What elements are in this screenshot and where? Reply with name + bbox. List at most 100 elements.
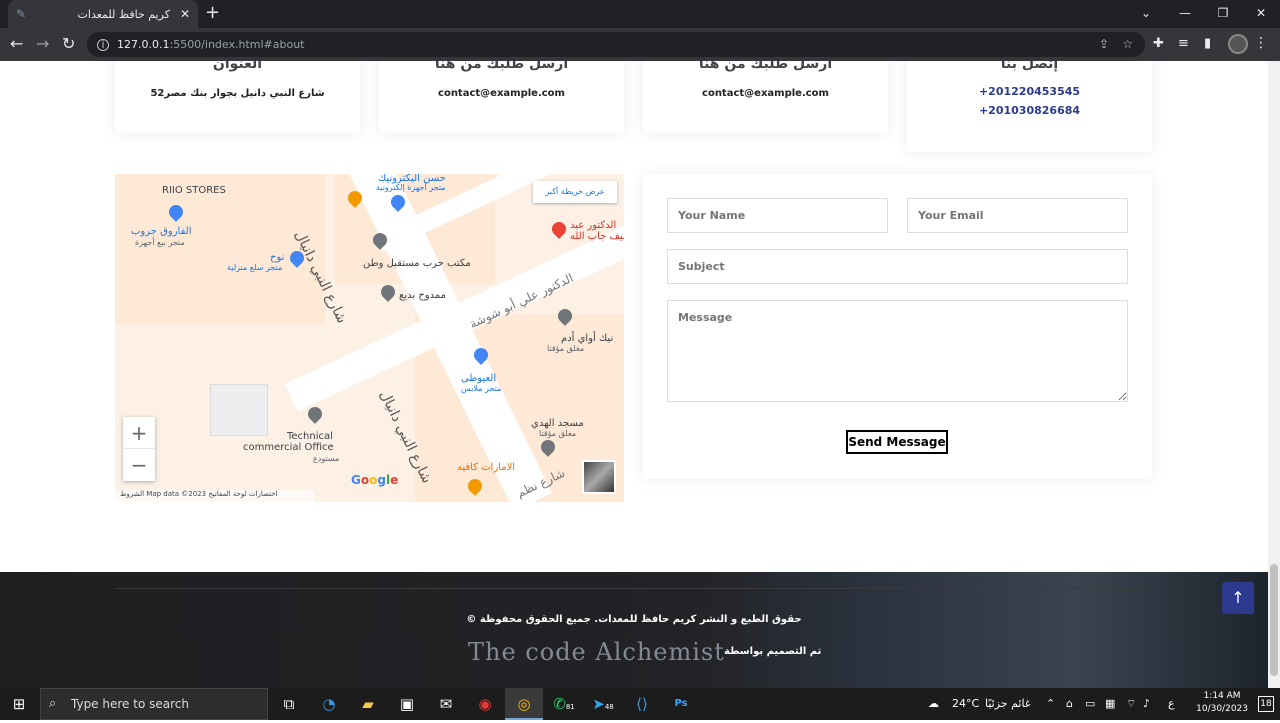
designer-logo[interactable]: The code Alchemist	[468, 638, 724, 668]
map-building	[210, 384, 268, 436]
map-label: متجر سلع منزلية	[227, 263, 283, 272]
url-path: :5500/index.html#about	[169, 38, 305, 51]
forward-arrow-icon[interactable]: →	[36, 35, 49, 53]
search-icon: ⌕	[49, 696, 57, 711]
restore-button[interactable]: ❐	[1204, 0, 1242, 28]
telegram-icon[interactable]: ➤48	[584, 688, 622, 720]
email-input[interactable]	[907, 198, 1128, 233]
zoom-out-button[interactable]: −	[123, 449, 155, 481]
map-label: متجر أجهزة إلكترونية	[376, 183, 446, 192]
app-icon[interactable]: ◉	[466, 688, 504, 720]
weather-icon[interactable]: ☁	[928, 688, 939, 720]
map-label: نيك أواي أدم	[561, 333, 614, 344]
browser-tab-bar: ✎ كريم حافظ للمعدات ✕ + ⌄ — ❐ ✕	[0, 0, 1280, 28]
bookmark-star-icon[interactable]: ☆	[1122, 37, 1133, 51]
task-view-icon[interactable]: ⧉	[270, 688, 308, 720]
mail-icon[interactable]: ✉	[427, 688, 465, 720]
weather-text[interactable]: غائم جزئيًا	[985, 688, 1031, 720]
map-label: مسجد الهدي	[531, 418, 584, 429]
map-attribution[interactable]: الشروط Map data ©2023 اختصارات لوحة المف…	[115, 490, 315, 502]
whatsapp-icon[interactable]: ✆81	[545, 688, 583, 720]
web-page: العنوان شارع النبي دانيل بجوار بنك مصر52…	[0, 61, 1268, 688]
chrome-icon[interactable]: ◎	[505, 688, 543, 720]
address-text: شارع النبي دانيل بجوار بنك مصر52	[150, 88, 325, 99]
taskbar-search-box[interactable]: ⌕ Type here to search	[40, 688, 268, 720]
language-indicator[interactable]: ع	[1168, 688, 1175, 720]
edge-icon[interactable]: ◔	[310, 688, 348, 720]
reload-icon[interactable]: ↻	[62, 35, 75, 53]
google-map[interactable]: عرض خريطة أكبر RIIO STORES الفاروق جروب …	[115, 174, 624, 502]
address-info-box: العنوان شارع النبي دانيل بجوار بنك مصر52	[115, 61, 360, 133]
new-tab-button[interactable]: +	[205, 3, 220, 23]
address-bar[interactable]: i 127.0.0.1 :5500/index.html#about ⇪ ☆	[87, 32, 1145, 57]
taskbar-clock[interactable]: 1:14 AM 10/30/2023	[1196, 690, 1248, 716]
file-explorer-icon[interactable]: ▰	[349, 688, 387, 720]
map-block	[115, 174, 325, 324]
minimize-button[interactable]: —	[1166, 0, 1204, 28]
map-label: commercial Office	[243, 442, 334, 453]
phone-title: إتصل بنا	[1000, 61, 1059, 72]
send-message-button[interactable]: Send Message	[846, 430, 948, 454]
site-info-icon[interactable]: i	[97, 38, 109, 51]
phone-number-1[interactable]: +201220453545 +201030826684	[907, 82, 1152, 120]
view-larger-map-link[interactable]: عرض خريطة أكبر	[533, 181, 617, 203]
windows-taskbar: ⊞ ⌕ Type here to search ⧉ ◔ ▰ ▣ ✉ ◉ ◎ ✆8…	[0, 688, 1280, 720]
doctor-pin-icon[interactable]	[549, 219, 569, 239]
back-arrow-icon[interactable]: ←	[10, 35, 23, 53]
map-zoom-controls: + −	[123, 417, 155, 481]
profile-avatar[interactable]	[1228, 34, 1248, 54]
windows-start-icon[interactable]: ⊞	[0, 688, 38, 720]
map-label: الامارات كافيه	[457, 462, 516, 473]
close-tab-icon[interactable]: ✕	[180, 7, 190, 21]
street-view-thumbnail[interactable]	[582, 460, 616, 494]
email-title-2: ارسل طلبك من هنا	[698, 61, 833, 72]
tab-search-icon[interactable]: ⌄	[1136, 0, 1156, 26]
place-pin-icon[interactable]	[305, 404, 325, 424]
map-label: مكتب حرب مستقبل وطن	[363, 258, 471, 269]
weather-temp[interactable]: 24°C	[952, 688, 979, 720]
google-logo: Google	[351, 473, 399, 487]
whatsapp-badge: 81	[565, 703, 575, 711]
zoom-in-button[interactable]: +	[123, 417, 155, 449]
wifi-icon[interactable]: ⌔	[1126, 688, 1136, 720]
share-icon[interactable]: ⇪	[1099, 37, 1109, 51]
volume-icon[interactable]: ♪	[1143, 688, 1150, 720]
name-input[interactable]	[667, 198, 888, 233]
tray-app-icon[interactable]: ▦	[1105, 688, 1115, 720]
reading-list-icon[interactable]: ≡	[1178, 36, 1189, 51]
url-host: 127.0.0.1	[117, 38, 170, 51]
email-info-box-1: ارسل طلبك من هنا contact@example.com	[379, 61, 624, 133]
store-icon[interactable]: ▣	[388, 688, 426, 720]
site-favicon-icon: ✎	[16, 7, 27, 21]
close-window-button[interactable]: ✕	[1242, 0, 1280, 28]
page-scrollbar[interactable]	[1268, 61, 1280, 688]
message-textarea[interactable]	[667, 300, 1128, 402]
subject-input[interactable]	[667, 249, 1128, 284]
arrow-up-icon: ↑	[1231, 588, 1245, 607]
email-text-1[interactable]: contact@example.com	[379, 84, 624, 103]
email-text-2[interactable]: contact@example.com	[643, 84, 888, 103]
side-panel-icon[interactable]: ▮	[1204, 36, 1211, 51]
menu-kebab-icon[interactable]: ⋮	[1254, 35, 1268, 51]
back-to-top-button[interactable]: ↑	[1222, 582, 1254, 614]
phone-info-box: إتصل بنا +201220453545 +201030826684	[907, 61, 1152, 152]
vscode-icon[interactable]: ⟨⟩	[623, 688, 661, 720]
tray-app-icon[interactable]: ▭	[1085, 688, 1095, 720]
photoshop-icon[interactable]: Ps	[662, 688, 700, 720]
extensions-puzzle-icon[interactable]: ✚	[1153, 36, 1164, 51]
tray-chevron-icon[interactable]: ⌃	[1046, 688, 1055, 720]
contact-form: Send Message	[643, 174, 1152, 479]
telegram-badge: 48	[604, 703, 614, 711]
copyright-text: © حقوق الطبع و النشر كريم حافظ للمعدات. …	[466, 614, 802, 625]
place-pin-icon[interactable]	[378, 282, 398, 302]
map-label: مغلق مؤقتا	[539, 429, 577, 438]
map-label: مغلق مؤقتا	[547, 344, 585, 353]
browser-tab[interactable]: ✎ كريم حافظ للمعدات ✕	[8, 0, 198, 28]
address-title: العنوان	[212, 61, 263, 72]
scrollbar-thumb[interactable]	[1270, 564, 1278, 676]
tray-app-icon[interactable]: ⌂	[1066, 688, 1073, 720]
clock-date: 10/30/2023	[1196, 704, 1248, 714]
search-placeholder: Type here to search	[71, 697, 189, 711]
notifications-icon[interactable]: 18	[1258, 696, 1274, 712]
footer-divider	[115, 588, 1152, 589]
